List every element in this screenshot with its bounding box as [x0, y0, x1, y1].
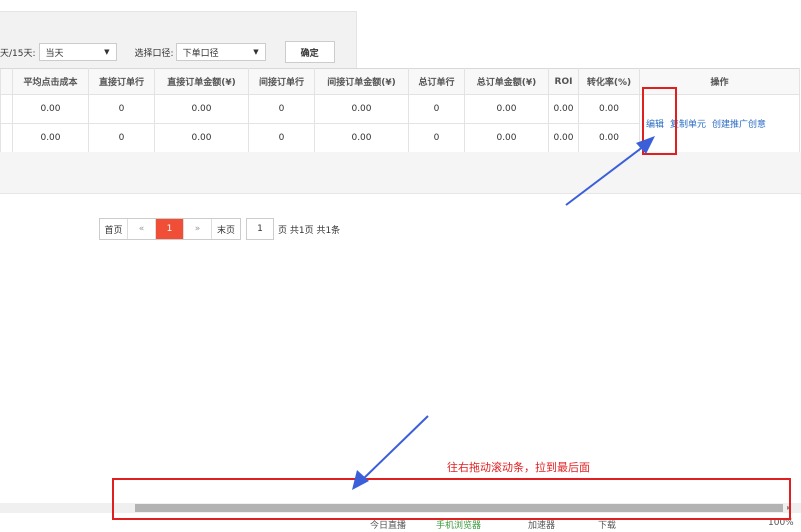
table-cell: 0.00 [548, 94, 579, 124]
chevron-down-icon: ▼ [104, 48, 110, 56]
filter-row: 天/15天: 当天 ▼ 选择口径: 下单口径 ▼ 确定 [0, 41, 335, 63]
table-row: 0.00 0 0.00 0 0.00 0 0.00 0.00 0.00 编辑 复制… [0, 94, 800, 153]
range-select[interactable]: 当天 ▼ [38, 43, 117, 61]
annotation-caption: 往右拖动滚动条，拉到最后面 [447, 461, 590, 474]
page-number-input[interactable]: 1 [246, 218, 274, 240]
last-page-button[interactable]: 末页 [212, 219, 240, 239]
col-header[interactable]: 总订单行 [408, 68, 465, 95]
table-cell: 0.00 [154, 123, 249, 153]
table-cell: 0.00 [548, 123, 579, 153]
scope-select[interactable]: 下单口径 ▼ [175, 43, 266, 61]
page-summary: 页 共1页 共1条 [278, 225, 341, 236]
create-creative-link[interactable]: 创建推广创意 [712, 120, 766, 130]
first-page-button[interactable]: 首页 [100, 219, 128, 239]
col-header[interactable]: 间接订单行 [248, 68, 315, 95]
scope-select-value: 下单口径 [182, 48, 219, 59]
pagination-buttons: 首页 « 1 » 末页 [99, 218, 241, 240]
prev-page-button[interactable]: « [128, 219, 156, 239]
table-cell: 0.00 [12, 94, 89, 124]
annotation-box-edit [642, 87, 677, 155]
table-footer-band [0, 152, 801, 194]
chevron-down-icon: ▼ [253, 48, 259, 56]
table-cell: 0 [88, 94, 155, 124]
table-cell: 0.00 [314, 94, 409, 124]
table-cell: 0 [248, 123, 315, 153]
col-header[interactable]: 总订单金额(¥) [464, 68, 549, 95]
col-header[interactable]: 转化率(%) [578, 68, 640, 95]
col-header[interactable]: 间接订单金额(¥) [314, 68, 409, 95]
scope-label: 选择口径: [134, 48, 174, 59]
pagination: 首页 « 1 » 末页 1 页 共1页 共1条 [99, 218, 340, 240]
table-cell [0, 94, 13, 124]
table-cell: 0 [88, 123, 155, 153]
table-cell: 0.00 [154, 94, 249, 124]
confirm-button[interactable]: 确定 [284, 41, 335, 63]
col-header-cut [0, 68, 13, 95]
col-header[interactable]: 平均点击成本 [12, 68, 89, 95]
col-header[interactable]: 直接订单行 [88, 68, 155, 95]
table-cell: 0.00 [578, 94, 640, 124]
table-cell [0, 123, 13, 153]
table-cell: 0 [408, 94, 465, 124]
table-cell: 0.00 [12, 123, 89, 153]
table-cell: 0.00 [314, 123, 409, 153]
table-cell: 0.00 [578, 123, 640, 153]
table-cell: 0 [248, 94, 315, 124]
range-label: 天/15天: [0, 48, 36, 59]
next-page-button[interactable]: » [184, 219, 212, 239]
table-header-row: 平均点击成本 直接订单行 直接订单金额(¥) 间接订单行 间接订单金额(¥) 总… [0, 68, 800, 95]
table-cell: 0.00 [464, 123, 549, 153]
table-cell: 0 [408, 123, 465, 153]
col-header[interactable]: ROI [548, 68, 579, 95]
page-1-button[interactable]: 1 [156, 219, 184, 239]
range-select-value: 当天 [45, 48, 64, 59]
table-cell: 0.00 [464, 94, 549, 124]
annotation-box-scrollbar [112, 478, 791, 520]
col-header[interactable]: 直接订单金额(¥) [154, 68, 249, 95]
report-table: 平均点击成本 直接订单行 直接订单金额(¥) 间接订单行 间接订单金额(¥) 总… [0, 68, 800, 153]
